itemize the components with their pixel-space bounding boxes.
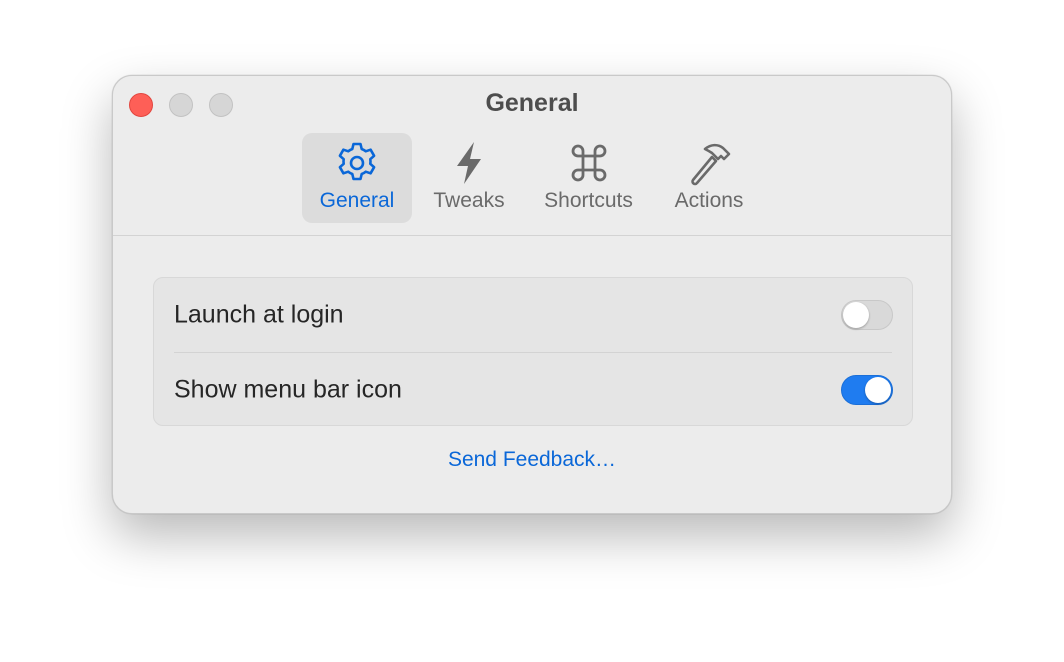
tab-tweaks[interactable]: Tweaks (417, 133, 521, 223)
toolbar: General General Tweaks Shortcuts Actions (113, 76, 951, 236)
setting-row-show-menu-bar-icon: Show menu bar icon (154, 353, 912, 427)
tab-actions-label: Actions (674, 189, 744, 212)
launch-at-login-toggle[interactable] (841, 300, 893, 330)
tab-general[interactable]: General (302, 133, 412, 223)
show-menu-bar-icon-label: Show menu bar icon (174, 375, 402, 404)
toggle-knob (843, 302, 869, 328)
send-feedback-link[interactable]: Send Feedback… (113, 448, 951, 472)
tab-tweaks-label: Tweaks (433, 189, 505, 212)
gear-icon (338, 142, 376, 181)
hammer-icon (691, 143, 731, 186)
tab-bar: General Tweaks Shortcuts Actions (113, 133, 951, 223)
show-menu-bar-icon-toggle[interactable] (841, 375, 893, 405)
tab-shortcuts[interactable]: Shortcuts (531, 133, 646, 223)
window-title: General (485, 89, 579, 117)
tab-actions[interactable]: Actions (659, 133, 759, 223)
launch-at-login-label: Launch at login (174, 300, 344, 329)
toggle-knob (865, 377, 891, 403)
command-icon (571, 144, 606, 182)
settings-group: Launch at login Show menu bar icon (153, 277, 913, 426)
tab-shortcuts-label: Shortcuts (544, 189, 633, 212)
setting-row-launch-at-login: Launch at login (154, 278, 912, 352)
preferences-window: General General Tweaks Shortcuts Actions… (112, 75, 952, 514)
bolt-icon (457, 142, 481, 184)
tab-general-label: General (319, 189, 395, 212)
